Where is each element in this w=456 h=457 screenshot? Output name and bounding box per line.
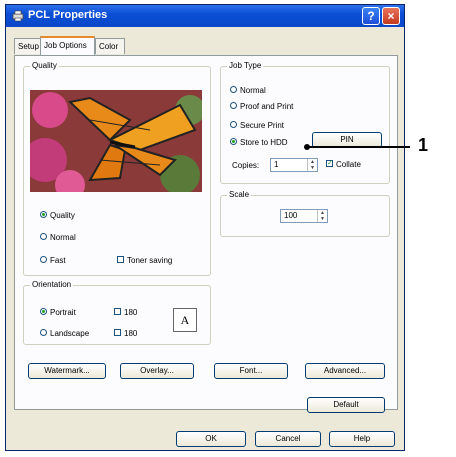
- tab-setup[interactable]: Setup: [14, 38, 41, 54]
- default-button[interactable]: Default: [307, 397, 385, 413]
- window-title: PCL Properties: [28, 9, 108, 21]
- overlay-button[interactable]: Overlay...: [120, 363, 194, 379]
- radio-icon: [40, 329, 47, 337]
- tab-job-options[interactable]: Job Options: [40, 36, 95, 55]
- orientation-group-label: Orientation: [30, 280, 74, 290]
- radio-icon: [40, 233, 47, 241]
- copies-spinner[interactable]: 1 ▲ ▼: [270, 158, 318, 172]
- advanced-button[interactable]: Advanced...: [305, 363, 385, 379]
- radio-selected-icon: [40, 308, 47, 316]
- copies-label: Copies:: [232, 161, 260, 170]
- radio-icon: [230, 121, 237, 129]
- job-type-radio-secure-print[interactable]: Secure Print: [230, 121, 284, 131]
- copies-value: 1: [274, 160, 279, 169]
- job-type-radio-proof-and-print[interactable]: Proof and Print: [230, 102, 293, 112]
- scale-spinner[interactable]: 100 ▲ ▼: [280, 209, 328, 223]
- radio-icon: [40, 256, 47, 264]
- scale-group-label: Scale: [227, 190, 252, 200]
- title-bar[interactable]: PCL Properties ? ×: [6, 5, 404, 27]
- checkbox-icon: [114, 329, 121, 337]
- radio-selected-icon: [230, 138, 237, 146]
- orientation-radio-landscape[interactable]: Landscape: [40, 329, 89, 339]
- orientation-preview-icon: A: [173, 308, 197, 332]
- checkbox-icon: [114, 308, 121, 316]
- tab-color[interactable]: Color: [95, 38, 125, 54]
- rotate-180-checkbox-portrait[interactable]: 180: [114, 308, 137, 318]
- orientation-radio-portrait[interactable]: Portrait: [40, 308, 76, 318]
- watermark-button[interactable]: Watermark...: [28, 363, 106, 379]
- cancel-button[interactable]: Cancel: [255, 431, 321, 447]
- quality-radio-quality[interactable]: Quality: [40, 211, 75, 221]
- quality-radio-normal[interactable]: Normal: [40, 233, 76, 243]
- spinner-arrows-icon[interactable]: ▲ ▼: [317, 210, 327, 222]
- radio-icon: [230, 86, 237, 94]
- job-type-radio-normal[interactable]: Normal: [230, 86, 266, 96]
- font-button[interactable]: Font...: [214, 363, 288, 379]
- ok-button[interactable]: OK: [176, 431, 246, 447]
- spinner-arrows-icon[interactable]: ▲ ▼: [307, 159, 317, 171]
- job-type-group-label: Job Type: [227, 61, 264, 71]
- close-button[interactable]: ×: [382, 7, 400, 25]
- quality-group-label: Quality: [30, 61, 59, 71]
- collate-checkbox[interactable]: ✓ Collate: [326, 160, 361, 170]
- rotate-180-checkbox-landscape[interactable]: 180: [114, 329, 137, 339]
- checkbox-checked-icon: ✓: [326, 160, 333, 168]
- printer-icon: [12, 10, 24, 22]
- job-type-radio-store-to-hdd[interactable]: Store to HDD: [230, 138, 288, 148]
- radio-selected-icon: [40, 211, 47, 219]
- checkbox-icon: [117, 256, 124, 264]
- help-button[interactable]: Help: [329, 431, 395, 447]
- help-title-button[interactable]: ?: [362, 7, 380, 25]
- scale-value: 100: [284, 211, 298, 220]
- radio-icon: [230, 102, 237, 110]
- callout-line: [306, 146, 410, 148]
- quality-radio-fast[interactable]: Fast: [40, 256, 66, 266]
- callout-number: 1: [418, 135, 429, 155]
- toner-saving-checkbox[interactable]: Toner saving: [117, 256, 172, 266]
- butterfly-preview-image: [30, 90, 202, 192]
